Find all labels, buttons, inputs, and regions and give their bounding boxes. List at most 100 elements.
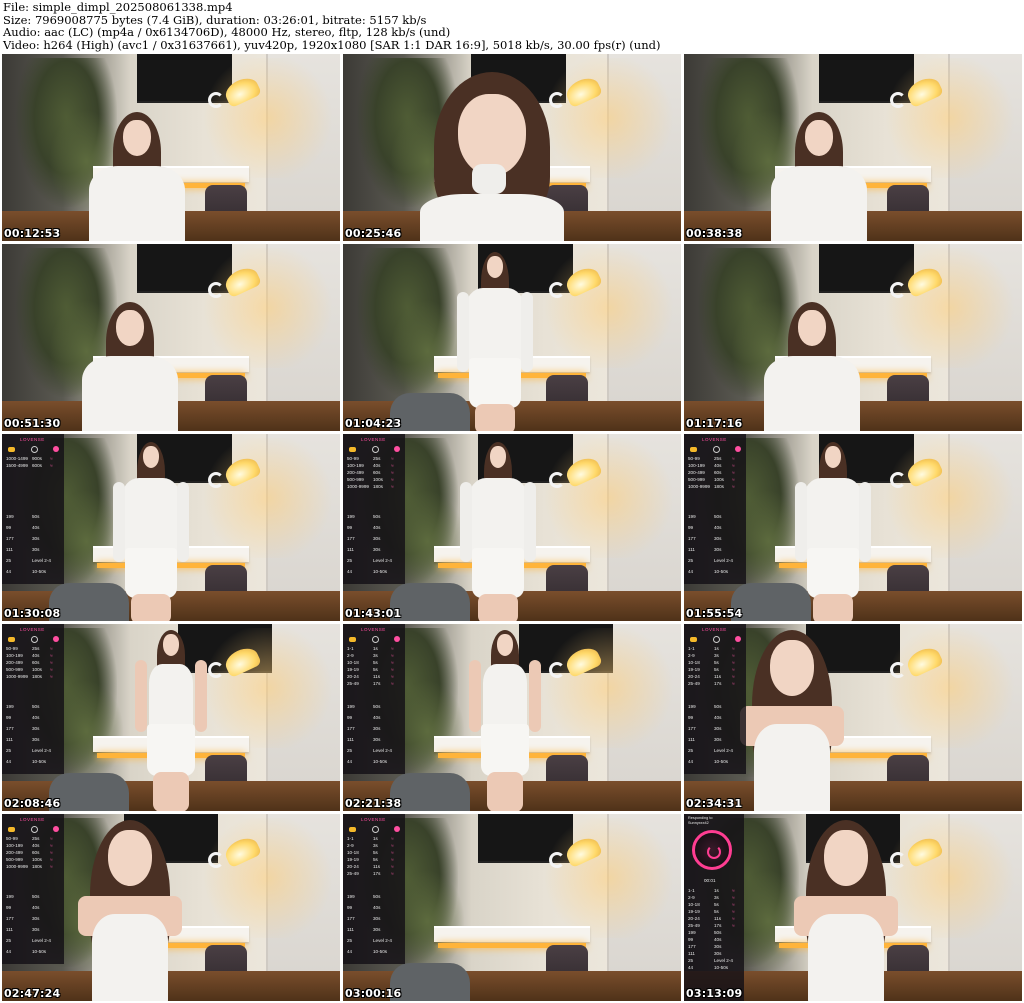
thumbnail-timestamp: 01:43:01 bbox=[345, 607, 402, 620]
special-tokens: 111 bbox=[347, 927, 354, 932]
special-menu-row: 25 Level 2-4 bbox=[347, 938, 392, 943]
tip-menu-row: 50-99 25s ≈ bbox=[6, 646, 53, 651]
tip-tokens: 100-199 bbox=[6, 843, 23, 848]
special-menu-row: 177 30s bbox=[6, 726, 39, 731]
tip-tokens: 1-1 bbox=[688, 888, 695, 893]
tip-tokens: 1000-9999 bbox=[6, 674, 28, 679]
legs bbox=[812, 594, 853, 621]
clock-icon bbox=[372, 636, 379, 643]
tip-tokens: 10-18 bbox=[347, 850, 359, 855]
tip-duration: 900s bbox=[32, 456, 42, 461]
special-duration: 10-50s bbox=[32, 949, 47, 954]
special-duration: 10-50s bbox=[373, 759, 388, 764]
left-arm bbox=[794, 482, 807, 562]
tip-tokens: 20-24 bbox=[688, 674, 700, 679]
special-duration: 50s bbox=[32, 704, 40, 709]
tip-menu-row: 200-499 60s ≈ bbox=[6, 660, 53, 665]
special-duration: 30s bbox=[373, 536, 381, 541]
special-menu-row: 111 30s bbox=[347, 737, 380, 742]
video-thumbnail: 00:51:30 bbox=[2, 244, 340, 431]
special-menu-row: 99 40s bbox=[688, 525, 721, 530]
tip-duration: 40s bbox=[32, 843, 40, 848]
tip-tokens: 500-999 bbox=[347, 477, 364, 482]
tip-menu-row: 20-24 11s ≈ bbox=[347, 674, 394, 679]
left-arm bbox=[135, 660, 147, 732]
special-tokens: 99 bbox=[347, 715, 353, 720]
wave-icon: ≈ bbox=[732, 660, 735, 665]
special-menu-row: 199 50s bbox=[6, 514, 39, 519]
tip-duration: 17s bbox=[714, 681, 722, 686]
special-menu-row: 25 Level 2-4 bbox=[347, 748, 392, 753]
special-tokens: 177 bbox=[688, 536, 696, 541]
special-tokens: 111 bbox=[347, 547, 354, 552]
tip-tokens: 19-19 bbox=[688, 909, 700, 914]
thumbnail-timestamp: 01:17:16 bbox=[686, 417, 743, 430]
tip-tokens: 1000-9999 bbox=[688, 484, 710, 489]
special-menu-row: 99 40s bbox=[6, 905, 39, 910]
cardigan bbox=[82, 356, 179, 431]
special-tokens: 111 bbox=[6, 547, 13, 552]
special-tokens: 111 bbox=[6, 927, 13, 932]
token-icon bbox=[349, 827, 356, 832]
tip-menu-row: 500-999 100s ≈ bbox=[6, 667, 53, 672]
special-duration: 10-50s bbox=[714, 965, 729, 970]
special-duration: 30s bbox=[32, 916, 40, 921]
special-menu-row: 177 30s bbox=[6, 916, 39, 921]
tip-tokens: 2-9 bbox=[688, 895, 695, 900]
lovense-overlay: LOVENSE 50-99 25s ≈100-199 40s ≈200-499 60s ≈50… bbox=[343, 434, 405, 584]
tip-duration: 17s bbox=[714, 923, 722, 928]
face bbox=[123, 120, 152, 156]
tip-tokens: 1000-9999 bbox=[6, 864, 28, 869]
special-menu-row: 111 30s bbox=[347, 547, 380, 552]
special-menu-row: 99 40s bbox=[6, 715, 39, 720]
thumbnail-timestamp: 03:00:16 bbox=[345, 987, 402, 1000]
tip-menu-row: 10-18 5s ≈ bbox=[688, 902, 735, 907]
chair-back bbox=[49, 583, 130, 621]
wave-icon: ≈ bbox=[732, 895, 735, 900]
wave-icon: ≈ bbox=[391, 864, 394, 869]
tip-duration: 17s bbox=[373, 681, 381, 686]
video-thumbnail: LOVENSE 1-1 1s ≈2-9 3s ≈10-18 5s ≈19-19 5s ≈20-24… bbox=[343, 814, 681, 1001]
tip-duration: 180s bbox=[32, 864, 42, 869]
cardigan bbox=[771, 166, 868, 241]
wave-icon: ≈ bbox=[732, 923, 735, 928]
special-menu-row: 44 10-50s bbox=[688, 965, 728, 970]
special-tokens: 44 bbox=[688, 965, 694, 970]
tank-top bbox=[754, 724, 831, 811]
special-duration: Level 2-4 bbox=[32, 748, 51, 753]
lovense-logo: LOVENSE bbox=[361, 627, 386, 632]
special-tokens: 99 bbox=[6, 715, 12, 720]
wave-icon: ≈ bbox=[50, 456, 53, 461]
wave-icon: ≈ bbox=[732, 456, 735, 461]
wave-icon: ≈ bbox=[391, 660, 394, 665]
thumbnail-timestamp: 03:13:09 bbox=[686, 987, 743, 1000]
pink-dot-icon bbox=[53, 826, 59, 832]
shorts bbox=[147, 724, 195, 776]
special-duration: 40s bbox=[714, 525, 722, 530]
wave-icon: ≈ bbox=[391, 484, 394, 489]
audio-info-line: Audio: aac (LC) (mp4a / 0x6134706D), 480… bbox=[3, 25, 451, 40]
tip-tokens: 1-1 bbox=[347, 646, 354, 651]
cardigan bbox=[764, 356, 861, 431]
lamp-glow bbox=[539, 628, 680, 748]
lovense-overlay: LOVENSE 1-1 1s ≈2-9 3s ≈10-18 5s ≈19-19 5s ≈20-24… bbox=[343, 624, 405, 774]
file-name-line: File: simple_dimpl_202508061338.mp4 bbox=[3, 0, 233, 14]
special-menu-row: 177 30s bbox=[6, 536, 39, 541]
special-tokens: 177 bbox=[6, 536, 14, 541]
tank-top bbox=[92, 914, 169, 1001]
lovense-overlay: Responding to Sunnyxxx42 00:01 1-1 1s ≈2-9 3s ≈… bbox=[684, 814, 744, 1001]
left-arm bbox=[112, 482, 125, 562]
tip-tokens: 100-199 bbox=[688, 463, 705, 468]
tip-menu-row: 25-49 17s ≈ bbox=[347, 681, 394, 686]
special-menu-row: 44 10-50s bbox=[688, 569, 728, 574]
tip-tokens: 25-49 bbox=[347, 681, 359, 686]
special-tokens: 99 bbox=[688, 715, 694, 720]
special-menu-row: 177 30s bbox=[347, 536, 380, 541]
special-tokens: 111 bbox=[6, 737, 13, 742]
lovense-logo: LOVENSE bbox=[20, 627, 45, 632]
tip-tokens: 200-499 bbox=[6, 660, 23, 665]
token-icon bbox=[349, 637, 356, 642]
tip-menu-row: 100-199 40s ≈ bbox=[347, 463, 394, 468]
token-icon bbox=[8, 637, 15, 642]
special-menu-row: 99 40s bbox=[347, 525, 380, 530]
